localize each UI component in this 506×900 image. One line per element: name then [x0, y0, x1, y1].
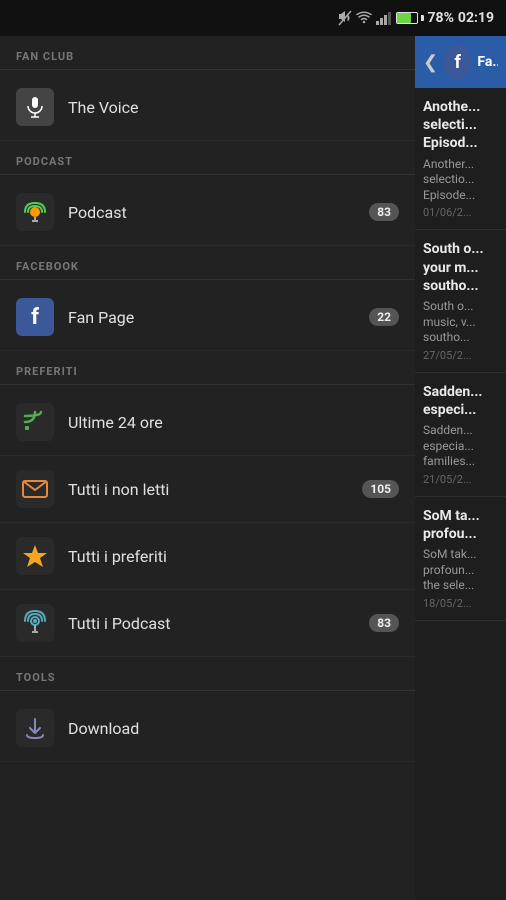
clock: 02:19	[458, 10, 494, 26]
download-icon	[16, 709, 54, 747]
fb-avatar: f	[444, 44, 471, 80]
podcast2-icon	[16, 604, 54, 642]
section-header-podcast: PODCAST	[0, 141, 415, 174]
sidebar-item-tutti-non-letti[interactable]: Tutti i non letti 105	[0, 456, 415, 523]
sidebar-item-ultime-24-ore[interactable]: Ultime 24 ore	[0, 389, 415, 456]
facebook-icon: f	[16, 298, 54, 336]
fan-page-badge: 22	[369, 308, 399, 326]
right-panel: ❮ f Fa... Anothe...selecti...Episod... A…	[415, 36, 506, 900]
divider-facebook	[0, 279, 415, 280]
sidebar-item-the-voice[interactable]: The Voice	[0, 74, 415, 141]
podcast-badge: 83	[369, 203, 399, 221]
divider-tools	[0, 690, 415, 691]
battery-icon	[396, 12, 424, 24]
sidebar-item-fan-page[interactable]: f Fan Page 22	[0, 284, 415, 351]
feed-title-3: Sadden...especi...	[423, 383, 498, 419]
divider-preferiti	[0, 384, 415, 385]
wifi-icon	[356, 11, 372, 25]
sidebar-item-tutti-preferiti[interactable]: Tutti i preferiti	[0, 523, 415, 590]
signal-icon	[376, 11, 392, 25]
section-header-tools: TOOLS	[0, 657, 415, 690]
sidebar-item-podcast[interactable]: Podcast 83	[0, 179, 415, 246]
right-panel-title: Fa...	[477, 54, 498, 70]
tutti-podcast-badge: 83	[369, 614, 399, 632]
unread-icon	[16, 470, 54, 508]
divider-fan-club	[0, 69, 415, 70]
mic-icon	[16, 88, 54, 126]
status-icons: 78% 02:19	[338, 10, 495, 26]
fan-page-label: Fan Page	[68, 308, 369, 327]
tutti-preferiti-label: Tutti i preferiti	[68, 547, 399, 566]
podcast-label: Podcast	[68, 203, 369, 222]
feed-title-2: South o...your m...southo...	[423, 240, 498, 295]
back-arrow-icon[interactable]: ❮	[423, 52, 438, 73]
divider-podcast	[0, 174, 415, 175]
status-bar: 78% 02:19	[0, 0, 506, 36]
star-icon	[16, 537, 54, 575]
feed-date-4: 18/05/2...	[423, 597, 498, 610]
feed-date-1: 01/06/2...	[423, 206, 498, 219]
mute-icon	[338, 10, 352, 26]
sidebar-item-download[interactable]: Download	[0, 695, 415, 762]
right-panel-header: ❮ f Fa...	[415, 36, 506, 88]
tutti-non-letti-label: Tutti i non letti	[68, 480, 362, 499]
section-header-facebook: FACEBOOK	[0, 246, 415, 279]
rss-icon	[16, 403, 54, 441]
section-header-fan-club: FAN CLUB	[0, 36, 415, 69]
feed-item-4[interactable]: SoM ta...profou... SoM tak...profoun...t…	[415, 497, 506, 621]
feed-item-3[interactable]: Sadden...especi... Sadden...especia...fa…	[415, 373, 506, 497]
feed-title-1: Anothe...selecti...Episod...	[423, 98, 498, 153]
feed-date-3: 21/05/2...	[423, 473, 498, 486]
main-layout: FAN CLUB The Voice PODCAST	[0, 36, 506, 900]
podcast-icon	[16, 193, 54, 231]
feed-excerpt-1: Another...selectio...Episode...	[423, 157, 498, 204]
battery-percent: 78%	[428, 10, 454, 26]
feed-excerpt-2: South o...music, v...southo...	[423, 299, 498, 346]
the-voice-label: The Voice	[68, 98, 399, 117]
tutti-podcast-label: Tutti i Podcast	[68, 614, 369, 633]
feed-excerpt-4: SoM tak...profoun...the sele...	[423, 547, 498, 594]
section-header-preferiti: PREFERITI	[0, 351, 415, 384]
feed-excerpt-3: Sadden...especia...families...	[423, 423, 498, 470]
tutti-non-letti-badge: 105	[362, 480, 399, 498]
ultime-24-ore-label: Ultime 24 ore	[68, 413, 399, 432]
feed-item-1[interactable]: Anothe...selecti...Episod... Another...s…	[415, 88, 506, 230]
feed-title-4: SoM ta...profou...	[423, 507, 498, 543]
sidebar: FAN CLUB The Voice PODCAST	[0, 36, 415, 900]
feed-item-2[interactable]: South o...your m...southo... South o...m…	[415, 230, 506, 372]
download-label: Download	[68, 719, 399, 738]
sidebar-item-tutti-podcast[interactable]: Tutti i Podcast 83	[0, 590, 415, 657]
feed-date-2: 27/05/2...	[423, 349, 498, 362]
